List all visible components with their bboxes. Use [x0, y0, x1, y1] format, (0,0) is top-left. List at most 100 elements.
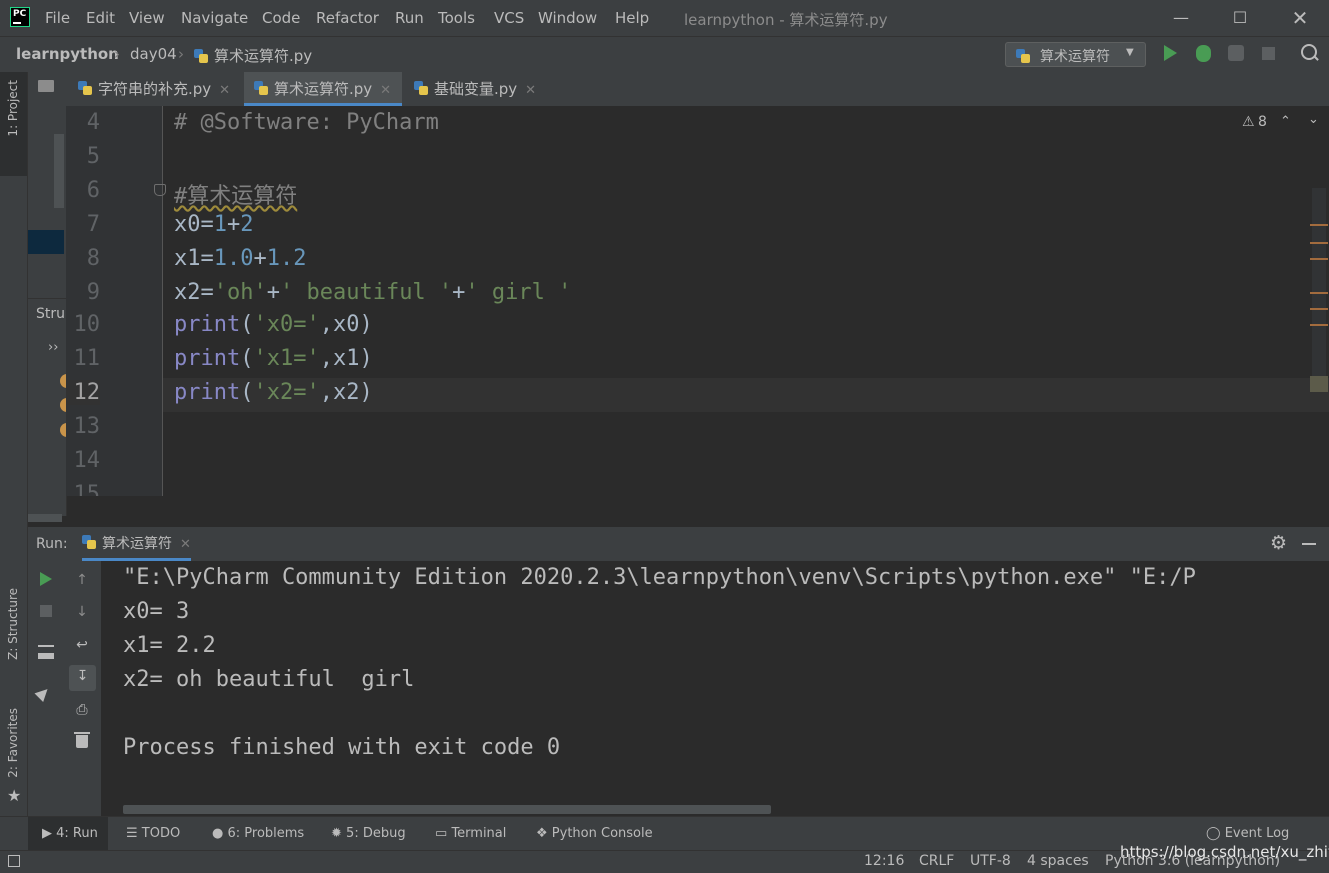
up-arrow-icon[interactable]: ↑ [71, 569, 93, 591]
pin-icon[interactable]: ▲ [33, 681, 55, 703]
breadcrumb-file[interactable]: 算术运算符.py [214, 45, 312, 66]
file-encoding[interactable]: UTF-8 [970, 853, 1011, 869]
code-editor[interactable]: 4 5 6 7 8 9 10 11 12 13 14 15 # @Softwar… [66, 106, 1329, 496]
close-run-tab-icon[interactable]: ✕ [180, 537, 191, 552]
menu-navigate[interactable]: Navigate [181, 9, 248, 27]
tab-file-2[interactable]: 算术运算符.py ✕ [244, 72, 402, 106]
line-separator[interactable]: CRLF [919, 853, 954, 869]
run-console[interactable]: "E:\PyCharm Community Edition 2020.2.3\l… [101, 561, 1329, 816]
pycharm-logo-icon: PC [10, 7, 30, 27]
trash-icon[interactable] [76, 735, 88, 748]
menu-edit[interactable]: Edit [86, 9, 115, 27]
caret-position[interactable]: 12:16 [864, 853, 904, 869]
close-tab-icon[interactable]: ✕ [219, 83, 230, 98]
console-line: Process finished with exit code 0 [123, 735, 561, 760]
editor-scrollbar[interactable] [1312, 188, 1326, 388]
indent-setting[interactable]: 4 spaces [1027, 853, 1089, 869]
terminal-icon: ▭ [435, 826, 448, 841]
fold-marker-icon[interactable] [154, 184, 166, 196]
punctuation-token: ) [359, 380, 373, 405]
run-icon[interactable] [1164, 45, 1177, 61]
inspection-warning-icon[interactable]: ⚠ [1242, 114, 1255, 130]
code-line-6: #算术运算符 [174, 184, 298, 209]
identifier-token: x1 [332, 346, 360, 371]
layout-icon[interactable] [38, 645, 54, 659]
tool-window-debug[interactable]: ✹ 5: Debug [331, 826, 406, 841]
menu-help[interactable]: Help [615, 9, 649, 27]
close-tab-icon[interactable]: ✕ [380, 83, 391, 98]
project-panel: Stru ›› [28, 72, 68, 522]
tab-file-3[interactable]: 基础变量.py ✕ [414, 72, 554, 106]
tool-window-python-console[interactable]: ❖ Python Console [536, 826, 653, 841]
rerun-icon[interactable] [40, 572, 52, 586]
hide-panel-icon[interactable] [1302, 543, 1316, 545]
line-number: 13 [73, 414, 101, 439]
menu-run[interactable]: Run [395, 9, 424, 27]
tool-window-terminal[interactable]: ▭ Terminal [435, 826, 506, 841]
project-tool-tab[interactable]: 1: Project [6, 80, 20, 137]
line-number: 11 [73, 346, 101, 371]
run-panel-header: Run: 算术运算符 ✕ ⚙ [28, 527, 1329, 562]
tab-file-1[interactable]: 字符串的补充.py ✕ [78, 72, 240, 106]
structure-tool-tab[interactable]: Z: Structure [6, 588, 20, 660]
tool-window-todo[interactable]: ☰ TODO [126, 826, 180, 841]
code-line-7: x0=1+2 [174, 212, 254, 237]
structure-panel-title: Stru [36, 306, 66, 322]
tool-window-run[interactable]: ▶ 4: Run [42, 826, 98, 841]
next-highlight-icon[interactable]: ⌄ [1308, 112, 1319, 127]
menu-window[interactable]: Window [538, 9, 597, 27]
tool-window-event-log[interactable]: ◯ Event Log [1206, 826, 1289, 841]
code-line-11: print('x1=',x1) [174, 346, 373, 371]
close-tab-icon[interactable]: ✕ [525, 83, 536, 98]
menu-file[interactable]: File [45, 9, 70, 27]
identifier-token: x2 [332, 380, 360, 405]
structure-scrollbar[interactable] [28, 514, 62, 522]
line-number: 4 [86, 110, 100, 135]
console-horizontal-scrollbar[interactable] [123, 805, 771, 814]
line-number: 5 [86, 144, 100, 169]
run-configuration-select[interactable]: 算术运算符 ▼ [1005, 42, 1146, 67]
structure-expand-icon[interactable]: ›› [48, 340, 58, 355]
stop-run-icon[interactable] [40, 605, 52, 617]
menu-view[interactable]: View [129, 9, 165, 27]
debug-icon[interactable] [1196, 45, 1211, 62]
minimize-icon[interactable]: — [1169, 6, 1193, 30]
run-tab[interactable]: 算术运算符 ✕ [82, 527, 191, 561]
line-number: 10 [73, 312, 101, 337]
number-token: 1.0 [213, 246, 254, 271]
string-token: ' beautiful ' [279, 280, 453, 305]
python-file-icon [78, 81, 93, 96]
run-with-coverage-icon[interactable] [1228, 45, 1244, 61]
down-arrow-icon[interactable]: ↓ [71, 601, 93, 623]
maximize-icon[interactable]: ☐ [1228, 6, 1252, 30]
menu-code[interactable]: Code [262, 9, 300, 27]
punctuation-token: + [253, 246, 267, 271]
bug-icon: ✹ [331, 826, 342, 841]
print-icon[interactable]: ⎙ [71, 699, 93, 721]
menu-refactor[interactable]: Refactor [316, 9, 379, 27]
close-window-icon[interactable]: ✕ [1288, 6, 1312, 30]
tool-window-problems[interactable]: ● 6: Problems [212, 826, 304, 841]
breadcrumb-folder[interactable]: day04 [130, 45, 177, 63]
gear-icon[interactable]: ⚙ [1270, 532, 1287, 554]
window-title: learnpython - 算术运算符.py [684, 11, 888, 29]
tool-windows-toggle-icon[interactable] [8, 855, 20, 867]
menu-vcs[interactable]: VCS [494, 9, 524, 27]
python-file-icon [254, 81, 269, 96]
favorites-tool-tab[interactable]: 2: Favorites [6, 708, 20, 778]
editor-tab-bar: 字符串的补充.py ✕ 算术运算符.py ✕ 基础变量.py ✕ [38, 72, 1329, 107]
stop-icon[interactable] [1262, 47, 1275, 60]
breadcrumb-project[interactable]: learnpython [16, 45, 119, 63]
project-scrollbar[interactable] [54, 134, 64, 208]
identifier-token: x2 [174, 280, 201, 305]
string-token: 'x1=' [253, 346, 320, 371]
scroll-to-end-icon[interactable]: ↧ [69, 665, 96, 691]
soft-wrap-icon[interactable]: ↩ [71, 634, 93, 656]
previous-highlight-icon[interactable]: ⌃ [1280, 114, 1291, 129]
menu-tools[interactable]: Tools [438, 9, 475, 27]
identifier-token: x1 [174, 246, 201, 271]
run-configuration-label: 算术运算符 [1040, 49, 1110, 65]
scroll-thumb[interactable] [1310, 376, 1328, 392]
star-icon: ★ [7, 786, 22, 805]
selected-project-row[interactable] [28, 230, 64, 254]
